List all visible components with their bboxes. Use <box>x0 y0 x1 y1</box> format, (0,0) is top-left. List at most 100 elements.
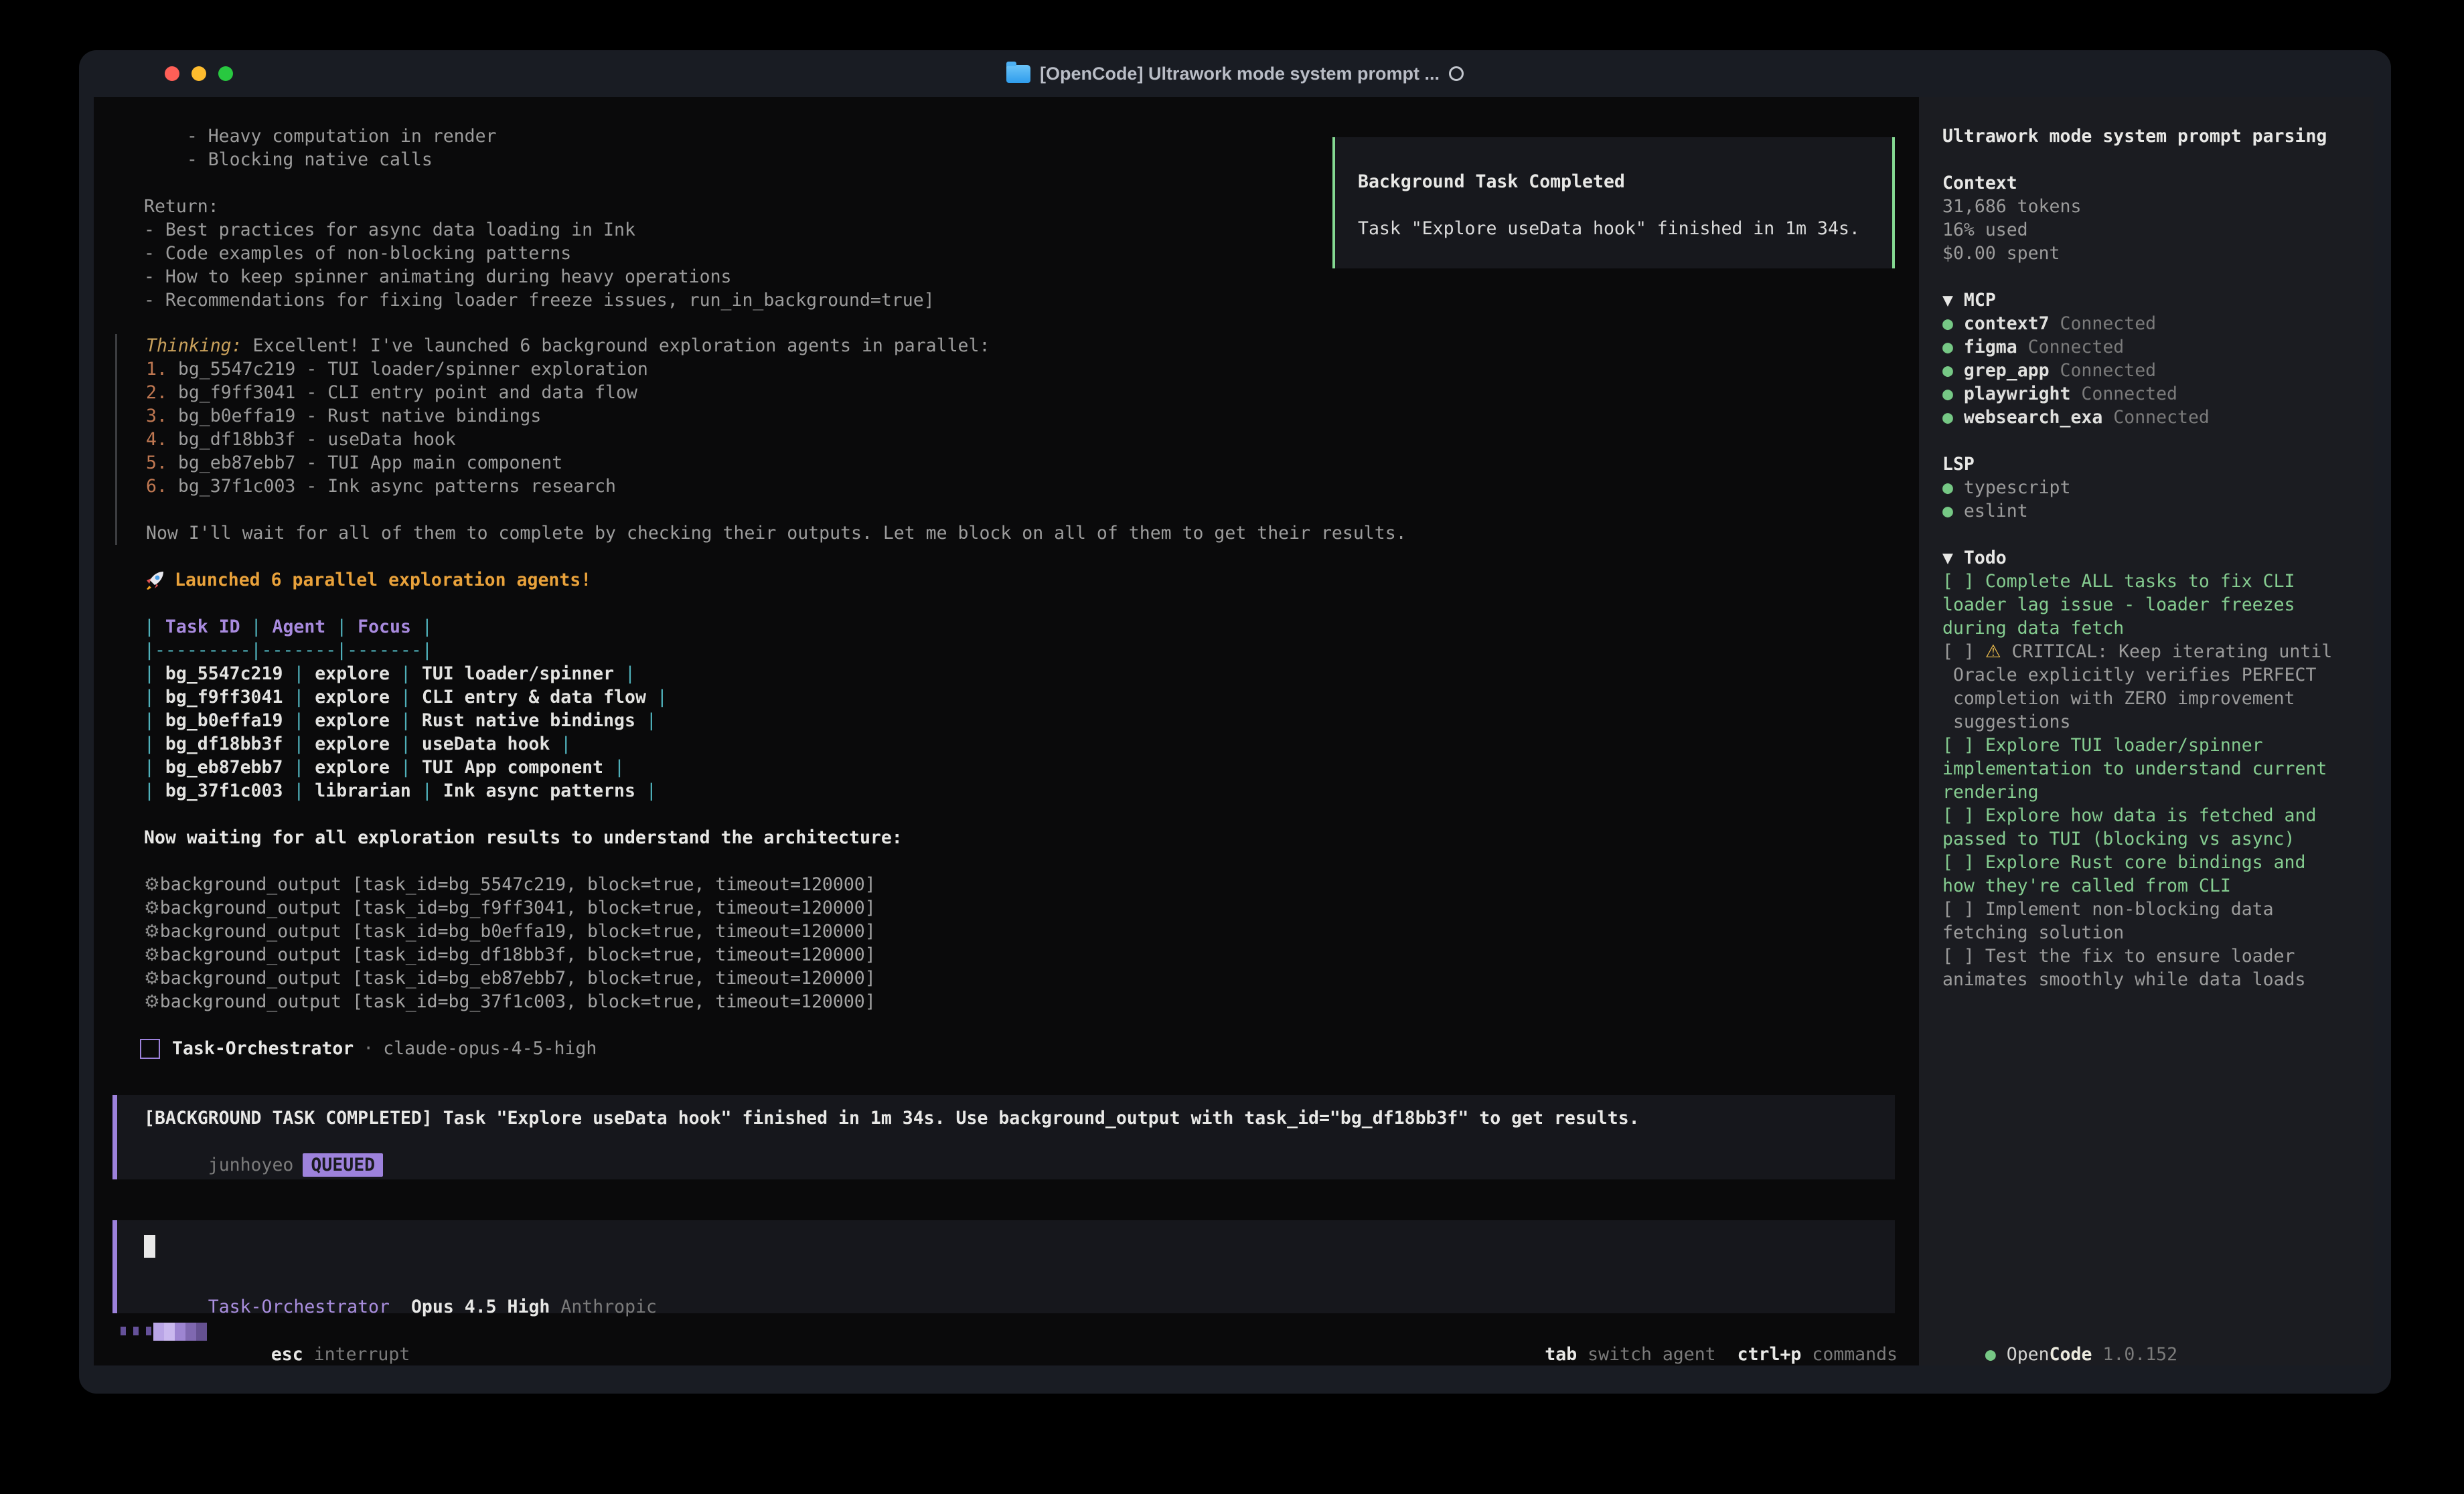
tool-call-line: ⚙background_output [task_id=bg_5547c219,… <box>144 873 876 896</box>
agent-header: Task-Orchestrator · claude-opus-4-5-high <box>140 1037 597 1060</box>
todo-item-line: [ ] Test the fix to ensure loader <box>1942 944 2332 968</box>
todo-item-line: [ ] Explore TUI loader/spinner <box>1942 734 2332 757</box>
terminal-line <box>144 171 935 195</box>
todo-item-line: fetching solution <box>1942 921 2332 944</box>
terminal-window: [OpenCode] Ultrawork mode system prompt … <box>79 50 2391 1394</box>
folder-icon <box>1006 65 1030 83</box>
sidebar-blank <box>1942 429 2332 452</box>
toast-notification[interactable]: Background Task Completed Task "Explore … <box>1332 137 1895 268</box>
sidebar-blank <box>1942 265 2332 288</box>
cmd-key-label: commands <box>1812 1344 1898 1365</box>
task-table-row: | bg_b0effa19 | explore | Rust native bi… <box>144 709 668 732</box>
mcp-server-item: ● websearch_exa Connected <box>1942 406 2332 429</box>
todo-item-line: implementation to understand current <box>1942 757 2332 780</box>
terminal-line: - Recommendations for fixing loader free… <box>144 288 935 312</box>
terminal-line: - Best practices for async data loading … <box>144 218 935 242</box>
esc-key-hint: esc <box>271 1344 303 1365</box>
sidebar-title: Ultrawork mode system prompt parsing <box>1942 124 2332 148</box>
message-line: [BACKGROUND TASK COMPLETED] Task "Explor… <box>144 1106 1895 1130</box>
launch-line: Launched 6 parallel exploration agents! <box>144 568 591 592</box>
statusbar-left: escinterrupt <box>228 1319 410 1343</box>
toast-body: Task "Explore useData hook" finished in … <box>1358 217 1892 240</box>
thinking-item: 4. bg_df18bb3f - useData hook <box>146 428 1407 451</box>
app-version: 1.0.152 <box>2102 1344 2177 1365</box>
input-footer: Task-OrchestratorOpus 4.5 HighAnthropic <box>144 1272 657 1295</box>
thinking-outro: Now I'll wait for all of them to complet… <box>146 521 1407 545</box>
todo-item-line: animates smoothly while data loads <box>1942 968 2332 991</box>
tool-call-line: ⚙background_output [task_id=bg_eb87ebb7,… <box>144 967 876 990</box>
todo-item-line: [ ] Complete ALL tasks to fix CLI <box>1942 570 2332 593</box>
todo-item-line: loader lag issue - loader freezes <box>1942 593 2332 616</box>
todo-item-line: suggestions <box>1942 710 2332 734</box>
prompt-input[interactable]: Task-OrchestratorOpus 4.5 HighAnthropic <box>112 1220 1895 1313</box>
assistant-output-block: - Heavy computation in render - Blocking… <box>144 124 935 312</box>
task-table-row: | bg_df18bb3f | explore | useData hook | <box>144 732 668 756</box>
esc-key-label: interrupt <box>314 1344 410 1365</box>
window-title-group: [OpenCode] Ultrawork mode system prompt … <box>79 50 2391 97</box>
context-stat: 16% used <box>1942 218 2332 242</box>
toast-title: Background Task Completed <box>1358 170 1892 193</box>
terminal-line: - Blocking native calls <box>144 148 935 171</box>
tool-call-block: ⚙background_output [task_id=bg_5547c219,… <box>144 873 876 1013</box>
dot-separator: · <box>363 1037 374 1060</box>
terminal-line: - Heavy computation in render <box>144 124 935 148</box>
tool-call-line: ⚙background_output [task_id=bg_df18bb3f,… <box>144 943 876 967</box>
input-model: Opus 4.5 High <box>411 1297 550 1317</box>
terminal-line: Return: <box>144 195 935 218</box>
window-title: [OpenCode] Ultrawork mode system prompt … <box>1040 64 1440 84</box>
message-meta: junhoyeoQUEUED <box>144 1130 1895 1153</box>
sidebar-blank <box>1942 523 2332 546</box>
todo-item-line: completion with ZERO improvement <box>1942 687 2332 710</box>
mcp-server-item: ● context7 Connected <box>1942 312 2332 335</box>
titlebar[interactable]: [OpenCode] Ultrawork mode system prompt … <box>79 50 2391 97</box>
sidebar-footer: ● OpenCode1.0.152 <box>1942 1319 2177 1343</box>
mcp-server-item: ● playwright Connected <box>1942 382 2332 406</box>
status-badge: QUEUED <box>303 1153 383 1177</box>
sidebar-blank <box>1942 148 2332 171</box>
sidebar-heading-context: Context <box>1942 171 2332 195</box>
mcp-server-item: ● grep_app Connected <box>1942 359 2332 382</box>
task-table-row: | bg_eb87ebb7 | explore | TUI App compon… <box>144 756 668 779</box>
cmd-key-hint: ctrl+p <box>1738 1344 1802 1365</box>
agent-model: claude-opus-4-5-high <box>383 1037 597 1060</box>
todo-item-line: [ ] Implement non-blocking data <box>1942 898 2332 921</box>
sidebar-heading-mcp: ▼ MCP <box>1942 288 2332 312</box>
todo-item-line: [ ] Explore how data is fetched and <box>1942 804 2332 827</box>
context-stat: $0.00 spent <box>1942 242 2332 265</box>
tool-call-line: ⚙background_output [task_id=bg_f9ff3041,… <box>144 896 876 920</box>
task-table-header: | Task ID | Agent | Focus | <box>144 615 668 639</box>
mcp-server-item: ● figma Connected <box>1942 335 2332 359</box>
todo-item-line: how they're called from CLI <box>1942 874 2332 898</box>
task-table-separator: |---------|-------|-------| <box>144 639 668 662</box>
desktop: { "window": { "title": "[OpenCode] Ultra… <box>0 0 2464 1494</box>
todo-item-line: rendering <box>1942 780 2332 804</box>
sidebar-heading-todo: ▼ Todo <box>1942 546 2332 570</box>
thinking-line: Thinking: Excellent! I've launched 6 bac… <box>146 334 1407 357</box>
task-table: | Task ID | Agent | Focus ||---------|--… <box>144 615 668 803</box>
lsp-item: ● eslint <box>1942 499 2332 523</box>
thinking-block: Thinking: Excellent! I've launched 6 bac… <box>115 334 1407 545</box>
todo-item-line: [ ] ⚠ CRITICAL: Keep iterating until <box>1942 640 2332 663</box>
progress-circle-icon <box>1449 66 1464 81</box>
terminal-line <box>146 498 1407 521</box>
waiting-line: Now waiting for all exploration results … <box>144 826 903 849</box>
terminal-line: - How to keep spinner animating during h… <box>144 265 935 288</box>
spinner-dots <box>121 1327 151 1335</box>
todo-item-line: during data fetch <box>1942 616 2332 640</box>
todo-item-line: passed to TUI (blocking vs async) <box>1942 827 2332 851</box>
tool-call-line: ⚙background_output [task_id=bg_b0effa19,… <box>144 920 876 943</box>
statusbar-right: tabswitch agentctrl+pcommands <box>1228 1319 1898 1343</box>
sidebar-content: Ultrawork mode system prompt parsing Cont… <box>1942 124 2332 991</box>
input-provider: Anthropic <box>560 1297 657 1317</box>
tab-key-label: switch agent <box>1588 1344 1715 1365</box>
thinking-item: 6. bg_37f1c003 - Ink async patterns rese… <box>146 475 1407 498</box>
thinking-item: 1. bg_5547c219 - TUI loader/spinner expl… <box>146 357 1407 381</box>
thinking-item: 2. bg_f9ff3041 - CLI entry point and dat… <box>146 381 1407 404</box>
task-table-row: | bg_f9ff3041 | explore | CLI entry & da… <box>144 685 668 709</box>
task-table-row: | bg_5547c219 | explore | TUI loader/spi… <box>144 662 668 685</box>
todo-item-line: [ ] Explore Rust core bindings and <box>1942 851 2332 874</box>
brand-open: Open <box>2007 1344 2050 1365</box>
todo-item-line: Oracle explicitly verifies PERFECT <box>1942 663 2332 687</box>
context-stat: 31,686 tokens <box>1942 195 2332 218</box>
lsp-item: ● typescript <box>1942 476 2332 499</box>
